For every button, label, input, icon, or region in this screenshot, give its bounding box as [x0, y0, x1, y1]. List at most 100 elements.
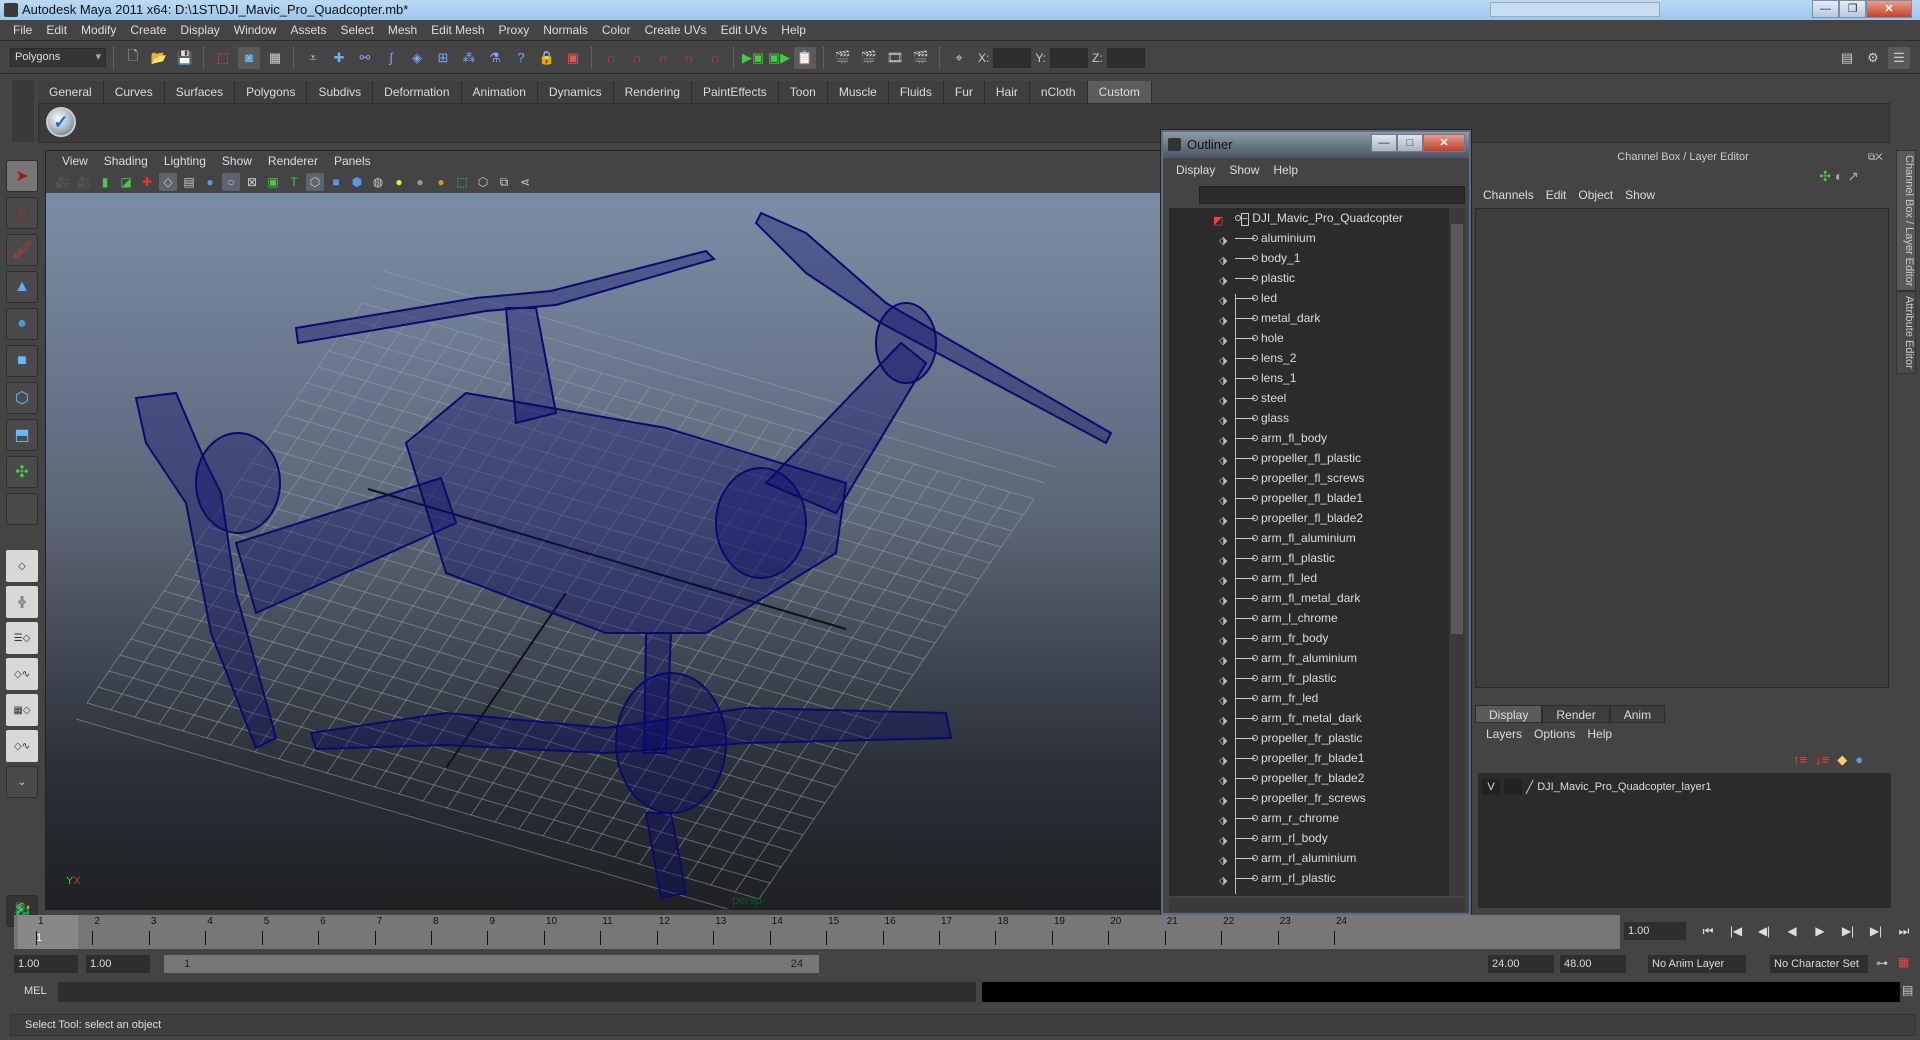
outliner-item[interactable]: ⬗ aluminium	[1169, 228, 1449, 248]
channel-box-menu-show[interactable]: Show	[1619, 188, 1661, 202]
layer-menu-layers[interactable]: Layers	[1480, 727, 1528, 741]
bookmarks-icon[interactable]: ▮	[96, 173, 114, 191]
shelf-tab-hair[interactable]: Hair	[984, 81, 1030, 103]
shelf-tab-general[interactable]: General	[38, 81, 104, 103]
safe-title-icon[interactable]: T	[285, 173, 303, 191]
highlight-selection-icon[interactable]: ▣	[562, 47, 584, 69]
persp-graph-hypergraph-layout-icon[interactable]: ◇∿	[6, 730, 38, 762]
menu-display[interactable]: Display	[173, 23, 226, 37]
outliner-item[interactable]: ⬗ led	[1169, 288, 1449, 308]
xray-joints-icon[interactable]: ⧉	[495, 173, 513, 191]
snap-point-icon[interactable]: ∩	[652, 47, 674, 69]
xray-icon[interactable]: ⬡	[474, 173, 492, 191]
menu-select[interactable]: Select	[333, 23, 380, 37]
outliner-item[interactable]: ⬗ arm_fl_plastic	[1169, 548, 1449, 568]
camera-attributes-icon[interactable]: 🎥	[75, 173, 93, 191]
time-slider[interactable]: 1 1 2 3 4 5 6 7 8 9 10 11 12 13 14 15 16 17 18 19 20 21 22 23 2…	[14, 915, 1620, 949]
menu-edit-mesh[interactable]: Edit Mesh	[424, 23, 491, 37]
step-back-key-icon[interactable]: |◀	[1724, 922, 1748, 940]
layer-tab-display[interactable]: Display	[1475, 705, 1543, 723]
channel-box-menu-object[interactable]: Object	[1572, 188, 1619, 202]
input-mode-icon[interactable]: ⌖	[948, 47, 970, 69]
outliner-item[interactable]: ⬗ arm_fr_aluminium	[1169, 648, 1449, 668]
resolution-gate-icon[interactable]: ●	[201, 173, 219, 191]
play-backwards-icon[interactable]: ◀	[1780, 922, 1804, 940]
lock-selection-icon[interactable]: 🔒	[536, 47, 558, 69]
mel-input[interactable]	[58, 982, 976, 1002]
layer-menu-options[interactable]: Options	[1528, 727, 1581, 741]
menu-create-uvs[interactable]: Create UVs	[638, 23, 714, 37]
layer-color-icon[interactable]: ╱	[1526, 780, 1533, 794]
viewport-menu-renderer[interactable]: Renderer	[260, 154, 326, 168]
menu-mesh[interactable]: Mesh	[381, 23, 424, 37]
output-connections-icon[interactable]: ▣▶	[768, 47, 790, 69]
shelf-tab-fur[interactable]: Fur	[943, 81, 985, 103]
step-forward-frame-icon[interactable]: ▶|	[1836, 922, 1860, 940]
side-tab-channel-box[interactable]: Channel Box / Layer Editor	[1896, 150, 1916, 292]
outliner-item[interactable]: ⬗ arm_fl_metal_dark	[1169, 588, 1449, 608]
outliner-maximize-button[interactable]: □	[1397, 134, 1423, 152]
textured-icon[interactable]: ◍	[369, 173, 387, 191]
xray-components-icon[interactable]: ⋖	[516, 173, 534, 191]
outliner-item[interactable]: ⬗ propeller_fl_blade2	[1169, 508, 1449, 528]
hyperbolic-icon[interactable]: ↗	[1847, 168, 1859, 184]
animation-end-field[interactable]: 48.00	[1560, 955, 1626, 973]
select-hierarchy-icon[interactable]: ⬚	[212, 47, 234, 69]
shelf-tab-curves[interactable]: Curves	[103, 81, 165, 103]
menu-set-dropdown[interactable]: Polygons	[10, 48, 106, 67]
use-all-lights-icon[interactable]: ●	[390, 173, 408, 191]
persp-graph-layout-icon[interactable]: ◇∿	[6, 658, 38, 690]
outliner-item[interactable]: ⬗ arm_fr_plastic	[1169, 668, 1449, 688]
select-tool-icon[interactable]: ➤	[6, 160, 38, 192]
select-camera-icon[interactable]: 🎥	[54, 173, 72, 191]
layout-more-icon[interactable]: ⌄	[6, 766, 38, 798]
menu-window[interactable]: Window	[227, 23, 284, 37]
outliner-item[interactable]: ⬗ propeller_fr_screws	[1169, 788, 1449, 808]
manipulator-icon[interactable]: ✣	[1819, 168, 1831, 184]
grid-icon[interactable]: ◇	[159, 173, 177, 191]
shelf-tab-animation[interactable]: Animation	[461, 81, 538, 103]
image-plane-icon[interactable]: ◪	[117, 173, 135, 191]
menu-modify[interactable]: Modify	[74, 23, 123, 37]
animation-start-field[interactable]: 1.00	[14, 955, 78, 973]
outliner-item[interactable]: ⬗ arm_l_chrome	[1169, 608, 1449, 628]
outliner-vertical-scrollbar[interactable]	[1449, 208, 1465, 896]
outliner-item[interactable]: ⬗ propeller_fl_blade1	[1169, 488, 1449, 508]
viewport-menu-panels[interactable]: Panels	[326, 154, 379, 168]
lasso-tool-icon[interactable]: ⬚	[6, 197, 38, 229]
outliner-item[interactable]: ⬗ propeller_fl_plastic	[1169, 448, 1449, 468]
select-misc-icon[interactable]: ?	[510, 47, 532, 69]
open-scene-icon[interactable]: 📂	[148, 47, 170, 69]
outliner-item[interactable]: ⬗ lens_1	[1169, 368, 1449, 388]
outliner-item[interactable]: ⬗ propeller_fl_screws	[1169, 468, 1449, 488]
shelf-tab-ncloth[interactable]: nCloth	[1029, 81, 1088, 103]
gate-mask-icon[interactable]: ○	[222, 173, 240, 191]
channel-box-toggle-icon[interactable]: ☰	[1888, 46, 1910, 69]
outliner-item[interactable]: ⬗ plastic	[1169, 268, 1449, 288]
construction-history-icon[interactable]: 📋	[794, 46, 816, 69]
layer-visibility-toggle[interactable]: V	[1482, 779, 1500, 795]
paint-select-tool-icon[interactable]: 🖌	[6, 234, 38, 266]
outliner-item[interactable]: ⬗ arm_fl_led	[1169, 568, 1449, 588]
viewport-menu-shading[interactable]: Shading	[96, 154, 156, 168]
mel-label[interactable]: MEL	[24, 985, 47, 997]
script-editor-icon[interactable]: ▤	[1902, 983, 1913, 997]
outliner-item[interactable]: ⬗ arm_fl_aluminium	[1169, 528, 1449, 548]
character-set-dropdown[interactable]: No Character Set	[1770, 955, 1868, 973]
attribute-editor-toggle-icon[interactable]: ▤	[1836, 47, 1858, 69]
outliner-horizontal-scrollbar[interactable]	[1169, 898, 1465, 912]
universal-manipulator-icon[interactable]: ⬡	[6, 382, 38, 414]
select-dynamics-icon[interactable]: ⁂	[458, 47, 480, 69]
outliner-item[interactable]: ⬗ propeller_fr_blade1	[1169, 748, 1449, 768]
outliner-item[interactable]: ⬗ arm_rl_body	[1169, 828, 1449, 848]
outliner-menu-help[interactable]: Help	[1266, 163, 1305, 177]
last-tool-icon[interactable]	[6, 493, 38, 525]
shelf-tab-painteffects[interactable]: PaintEffects	[691, 81, 779, 103]
layer-tab-render[interactable]: Render	[1542, 705, 1610, 723]
menu-edit-uvs[interactable]: Edit UVs	[714, 23, 775, 37]
make-live-icon[interactable]: ∩	[704, 47, 726, 69]
isolate-select-icon[interactable]: ⬚	[453, 173, 471, 191]
viewport-menu-show[interactable]: Show	[214, 154, 260, 168]
outliner-item[interactable]: ⬗ glass	[1169, 408, 1449, 428]
step-back-frame-icon[interactable]: ◀|	[1752, 922, 1776, 940]
